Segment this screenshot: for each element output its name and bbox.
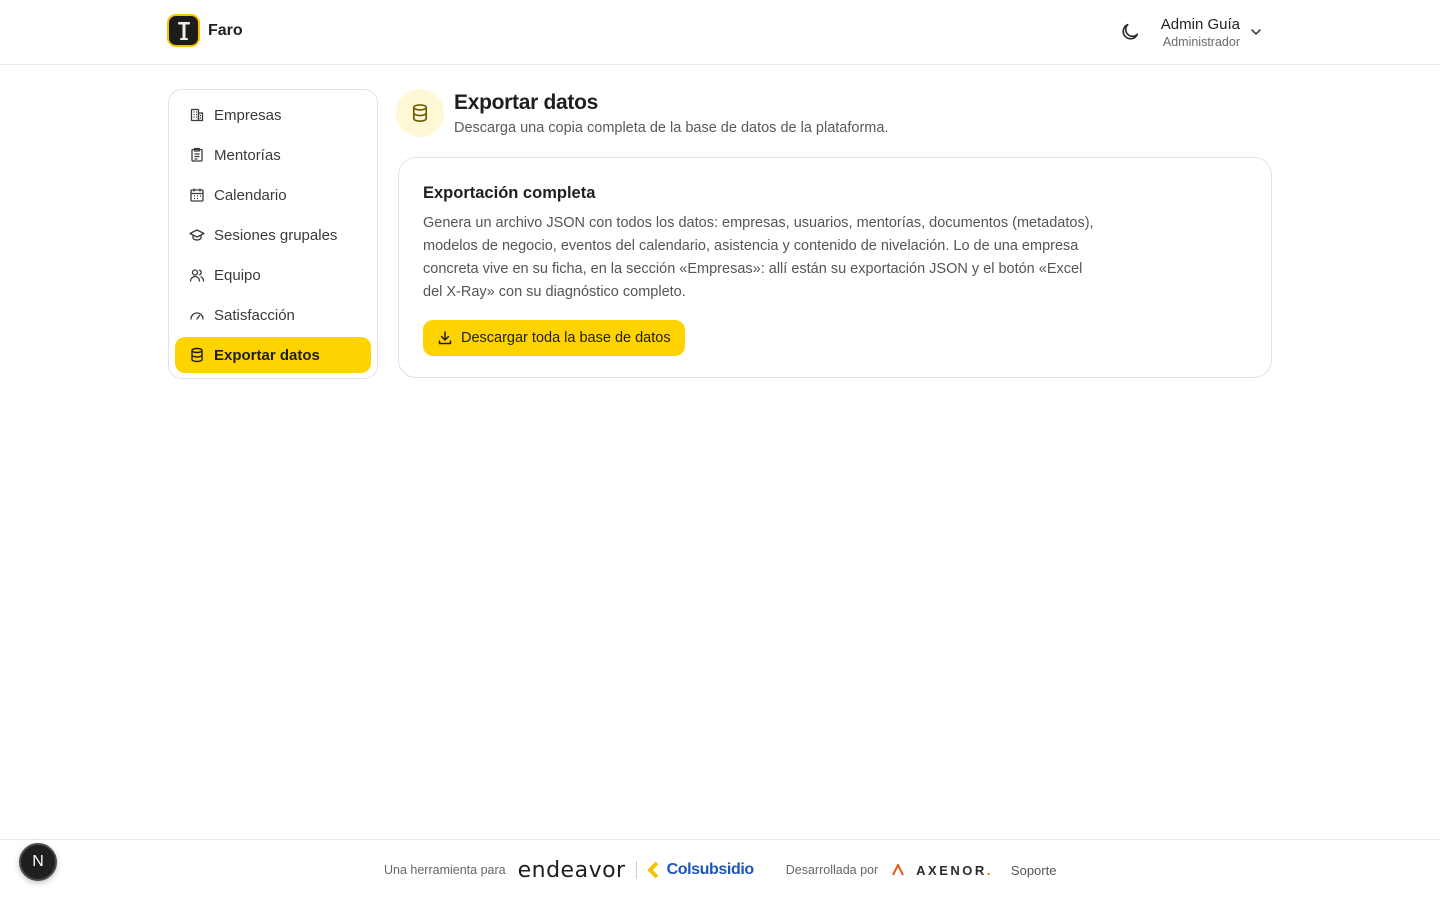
users-icon	[189, 269, 205, 282]
axenor-mark-icon	[892, 864, 905, 876]
sidebar-item-label: Exportar datos	[214, 346, 320, 364]
sidebar-item-label: Mentorías	[214, 146, 281, 164]
footer: Una herramienta para endeavor Colsubsidi…	[0, 839, 1440, 900]
user-menu[interactable]: Admin Guía Administrador	[1161, 16, 1240, 50]
brand-name: Faro	[208, 21, 243, 39]
sidebar-item-exportar-datos[interactable]: Exportar datos	[175, 337, 371, 373]
axenor-logo: AXENOR.	[916, 863, 993, 878]
sidebar-item-label: Equipo	[214, 266, 261, 284]
top-header: Faro Admin Guía Administrador	[0, 0, 1440, 65]
colsubsidio-mark-icon	[647, 861, 659, 879]
card-title: Exportación completa	[423, 184, 596, 202]
building-icon	[190, 108, 204, 122]
gauge-icon	[190, 312, 204, 320]
endeavor-logo: endeavor	[517, 857, 626, 883]
chevron-down-icon[interactable]	[1249, 25, 1263, 39]
sidebar-item-mentorias[interactable]: Mentorías	[175, 137, 371, 173]
sidebar-item-label: Satisfacción	[214, 306, 295, 324]
user-role: Administrador	[1162, 35, 1240, 49]
support-link[interactable]: Soporte	[1011, 863, 1057, 878]
calendar-icon	[190, 188, 204, 202]
download-database-button[interactable]: Descargar toda la base de datos	[423, 320, 685, 356]
lighthouse-logo-icon	[167, 14, 200, 47]
divider	[635, 861, 637, 879]
clipboard-icon	[191, 147, 203, 162]
colsubsidio-name: Colsubsidio	[666, 861, 755, 878]
sidebar-item-empresas[interactable]: Empresas	[175, 97, 371, 133]
sidebar-item-label: Calendario	[214, 186, 287, 204]
sidebar-item-label: Sesiones grupales	[214, 226, 338, 244]
sidebar-item-satisfaccion[interactable]: Satisfacción	[175, 297, 371, 333]
download-button-label: Descargar toda la base de datos	[461, 330, 671, 346]
axenor-dot: .	[986, 862, 993, 878]
sidebar-item-sesiones-grupales[interactable]: Sesiones grupales	[175, 217, 371, 253]
sidebar-item-calendario[interactable]: Calendario	[175, 177, 371, 213]
footer-credits: Una herramienta para endeavor Colsubsidi…	[384, 857, 1057, 883]
colsubsidio-logo: Colsubsidio	[647, 861, 754, 879]
graduation-cap-icon	[189, 229, 205, 241]
download-icon	[438, 331, 452, 345]
sidebar-item-equipo[interactable]: Equipo	[175, 257, 371, 293]
developed-by-text: Desarrollada por	[785, 863, 879, 877]
export-card: Exportación completa Genera un archivo J…	[398, 157, 1272, 378]
user-name: Admin Guía	[1160, 16, 1240, 33]
page-title: Exportar datos	[454, 91, 598, 114]
sidebar: Empresas Mentorías Calendario Sesiones g…	[168, 89, 378, 379]
page-subtitle: Descarga una copia completa de la base d…	[454, 120, 889, 136]
tool-for-text: Una herramienta para	[384, 863, 506, 877]
database-icon	[396, 89, 444, 137]
dev-tools-badge[interactable]: N	[19, 843, 57, 881]
sidebar-item-label: Empresas	[214, 106, 282, 124]
axenor-name: AXENOR	[916, 862, 987, 878]
brand[interactable]: Faro	[167, 14, 243, 47]
database-icon	[191, 347, 203, 363]
moon-icon[interactable]	[1119, 21, 1141, 43]
card-description: Genera un archivo JSON con todos los dat…	[423, 215, 1094, 300]
